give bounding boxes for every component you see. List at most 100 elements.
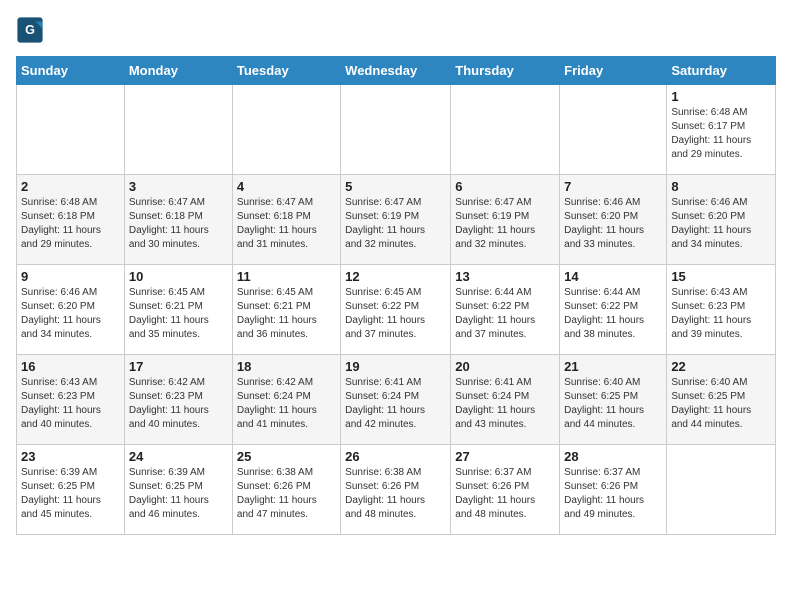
day-info: Sunrise: 6:43 AM Sunset: 6:23 PM Dayligh…: [671, 286, 771, 342]
calendar-cell: 4 Sunrise: 6:47 AM Sunset: 6:18 PM Daylig…: [232, 175, 340, 265]
calendar-cell: [560, 85, 667, 175]
day-info: Sunrise: 6:42 AM Sunset: 6:24 PM Dayligh…: [237, 376, 336, 432]
day-info: Sunrise: 6:40 AM Sunset: 6:25 PM Dayligh…: [671, 376, 771, 432]
day-number: 9: [21, 269, 120, 284]
calendar-cell: 17 Sunrise: 6:42 AM Sunset: 6:23 PM Dayli…: [124, 355, 232, 445]
day-info: Sunrise: 6:39 AM Sunset: 6:25 PM Dayligh…: [21, 466, 120, 522]
header-thursday: Thursday: [451, 57, 560, 85]
day-number: 21: [564, 359, 662, 374]
day-number: 27: [455, 449, 555, 464]
calendar-cell: [667, 445, 776, 535]
day-number: 25: [237, 449, 336, 464]
calendar-cell: [124, 85, 232, 175]
day-info: Sunrise: 6:47 AM Sunset: 6:19 PM Dayligh…: [455, 196, 555, 252]
day-number: 22: [671, 359, 771, 374]
calendar-cell: 10 Sunrise: 6:45 AM Sunset: 6:21 PM Dayli…: [124, 265, 232, 355]
calendar-cell: 7Sunrise: 6:46 AM Sunset: 6:20 PM Daylig…: [560, 175, 667, 265]
calendar-header-row: SundayMondayTuesdayWednesdayThursdayFrid…: [17, 57, 776, 85]
calendar-cell: 25 Sunrise: 6:38 AM Sunset: 6:26 PM Dayli…: [232, 445, 340, 535]
logo-icon: G: [16, 16, 44, 44]
day-number: 23: [21, 449, 120, 464]
day-number: 24: [129, 449, 228, 464]
calendar-cell: 15 Sunrise: 6:43 AM Sunset: 6:23 PM Dayli…: [667, 265, 776, 355]
header-monday: Monday: [124, 57, 232, 85]
day-info: Sunrise: 6:48 AM Sunset: 6:18 PM Dayligh…: [21, 196, 120, 252]
calendar-cell: 21 Sunrise: 6:40 AM Sunset: 6:25 PM Dayli…: [560, 355, 667, 445]
day-number: 17: [129, 359, 228, 374]
calendar-cell: [232, 85, 340, 175]
calendar-cell: [17, 85, 125, 175]
day-number: 19: [345, 359, 446, 374]
day-info: Sunrise: 6:43 AM Sunset: 6:23 PM Dayligh…: [21, 376, 120, 432]
svg-text:G: G: [25, 23, 35, 37]
day-info: Sunrise: 6:42 AM Sunset: 6:23 PM Dayligh…: [129, 376, 228, 432]
day-number: 12: [345, 269, 446, 284]
calendar-cell: 3 Sunrise: 6:47 AM Sunset: 6:18 PM Daylig…: [124, 175, 232, 265]
calendar-week-3: 16 Sunrise: 6:43 AM Sunset: 6:23 PM Dayli…: [17, 355, 776, 445]
calendar-cell: [341, 85, 451, 175]
day-info: Sunrise: 6:47 AM Sunset: 6:19 PM Dayligh…: [345, 196, 446, 252]
calendar-cell: 27 Sunrise: 6:37 AM Sunset: 6:26 PM Dayli…: [451, 445, 560, 535]
calendar-week-1: 2 Sunrise: 6:48 AM Sunset: 6:18 PM Daylig…: [17, 175, 776, 265]
day-info: Sunrise: 6:41 AM Sunset: 6:24 PM Dayligh…: [345, 376, 446, 432]
day-info: Sunrise: 6:47 AM Sunset: 6:18 PM Dayligh…: [129, 196, 228, 252]
day-info: Sunrise: 6:46 AM Sunset: 6:20 PM Dayligh…: [564, 196, 662, 252]
calendar-cell: 22 Sunrise: 6:40 AM Sunset: 6:25 PM Dayli…: [667, 355, 776, 445]
day-number: 18: [237, 359, 336, 374]
calendar-week-2: 9 Sunrise: 6:46 AM Sunset: 6:20 PM Daylig…: [17, 265, 776, 355]
day-number: 2: [21, 179, 120, 194]
day-number: 5: [345, 179, 446, 194]
day-info: Sunrise: 6:44 AM Sunset: 6:22 PM Dayligh…: [564, 286, 662, 342]
calendar-cell: 16 Sunrise: 6:43 AM Sunset: 6:23 PM Dayli…: [17, 355, 125, 445]
day-info: Sunrise: 6:41 AM Sunset: 6:24 PM Dayligh…: [455, 376, 555, 432]
calendar-cell: 19 Sunrise: 6:41 AM Sunset: 6:24 PM Dayli…: [341, 355, 451, 445]
calendar-cell: 8 Sunrise: 6:46 AM Sunset: 6:20 PM Daylig…: [667, 175, 776, 265]
calendar-cell: 20Sunrise: 6:41 AM Sunset: 6:24 PM Dayli…: [451, 355, 560, 445]
day-info: Sunrise: 6:46 AM Sunset: 6:20 PM Dayligh…: [671, 196, 771, 252]
day-info: Sunrise: 6:37 AM Sunset: 6:26 PM Dayligh…: [455, 466, 555, 522]
header-tuesday: Tuesday: [232, 57, 340, 85]
day-number: 3: [129, 179, 228, 194]
header: G: [16, 16, 776, 44]
day-number: 13: [455, 269, 555, 284]
day-number: 14: [564, 269, 662, 284]
day-info: Sunrise: 6:38 AM Sunset: 6:26 PM Dayligh…: [345, 466, 446, 522]
day-info: Sunrise: 6:38 AM Sunset: 6:26 PM Dayligh…: [237, 466, 336, 522]
calendar-cell: 5 Sunrise: 6:47 AM Sunset: 6:19 PM Daylig…: [341, 175, 451, 265]
day-number: 16: [21, 359, 120, 374]
day-info: Sunrise: 6:37 AM Sunset: 6:26 PM Dayligh…: [564, 466, 662, 522]
day-number: 15: [671, 269, 771, 284]
calendar-body: 1Sunrise: 6:48 AM Sunset: 6:17 PM Daylig…: [17, 85, 776, 535]
day-info: Sunrise: 6:45 AM Sunset: 6:21 PM Dayligh…: [129, 286, 228, 342]
calendar-cell: 11Sunrise: 6:45 AM Sunset: 6:21 PM Dayli…: [232, 265, 340, 355]
day-number: 10: [129, 269, 228, 284]
header-wednesday: Wednesday: [341, 57, 451, 85]
calendar-cell: 28 Sunrise: 6:37 AM Sunset: 6:26 PM Dayli…: [560, 445, 667, 535]
day-info: Sunrise: 6:46 AM Sunset: 6:20 PM Dayligh…: [21, 286, 120, 342]
calendar-cell: 14 Sunrise: 6:44 AM Sunset: 6:22 PM Dayli…: [560, 265, 667, 355]
logo: G: [16, 16, 48, 44]
calendar-cell: [451, 85, 560, 175]
day-number: 6: [455, 179, 555, 194]
day-info: Sunrise: 6:48 AM Sunset: 6:17 PM Dayligh…: [671, 106, 771, 162]
day-number: 28: [564, 449, 662, 464]
header-sunday: Sunday: [17, 57, 125, 85]
day-number: 8: [671, 179, 771, 194]
day-number: 11: [237, 269, 336, 284]
day-info: Sunrise: 6:40 AM Sunset: 6:25 PM Dayligh…: [564, 376, 662, 432]
day-info: Sunrise: 6:44 AM Sunset: 6:22 PM Dayligh…: [455, 286, 555, 342]
calendar-week-4: 23 Sunrise: 6:39 AM Sunset: 6:25 PM Dayli…: [17, 445, 776, 535]
calendar: SundayMondayTuesdayWednesdayThursdayFrid…: [16, 56, 776, 535]
day-number: 26: [345, 449, 446, 464]
calendar-cell: 26 Sunrise: 6:38 AM Sunset: 6:26 PM Dayli…: [341, 445, 451, 535]
calendar-cell: 24Sunrise: 6:39 AM Sunset: 6:25 PM Dayli…: [124, 445, 232, 535]
calendar-week-0: 1Sunrise: 6:48 AM Sunset: 6:17 PM Daylig…: [17, 85, 776, 175]
day-info: Sunrise: 6:45 AM Sunset: 6:22 PM Dayligh…: [345, 286, 446, 342]
calendar-cell: 2 Sunrise: 6:48 AM Sunset: 6:18 PM Daylig…: [17, 175, 125, 265]
day-number: 4: [237, 179, 336, 194]
calendar-cell: 13 Sunrise: 6:44 AM Sunset: 6:22 PM Dayli…: [451, 265, 560, 355]
day-info: Sunrise: 6:47 AM Sunset: 6:18 PM Dayligh…: [237, 196, 336, 252]
calendar-cell: 1Sunrise: 6:48 AM Sunset: 6:17 PM Daylig…: [667, 85, 776, 175]
calendar-cell: 18 Sunrise: 6:42 AM Sunset: 6:24 PM Dayli…: [232, 355, 340, 445]
calendar-cell: 9 Sunrise: 6:46 AM Sunset: 6:20 PM Daylig…: [17, 265, 125, 355]
